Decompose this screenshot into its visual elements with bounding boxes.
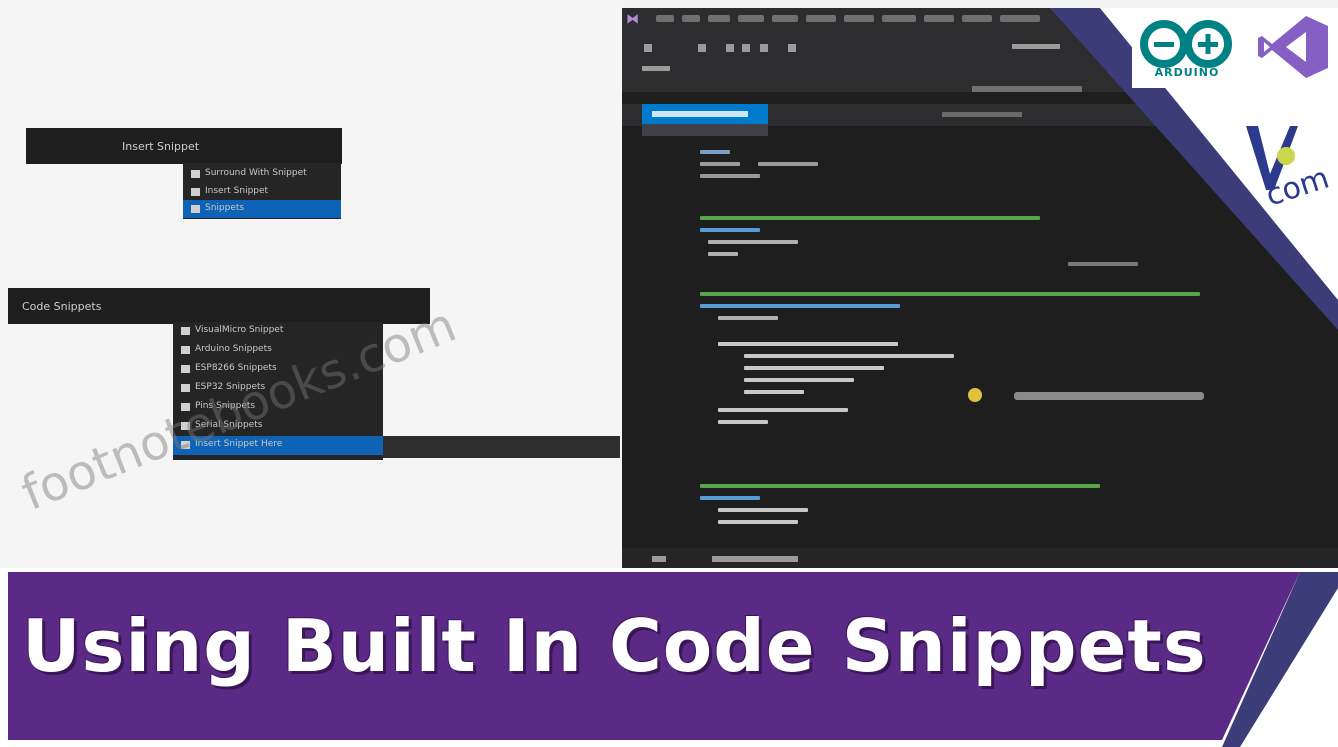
line-gutter bbox=[640, 146, 689, 542]
context-menu-1: Insert Snippet bbox=[26, 128, 342, 164]
board-dropdown[interactable] bbox=[972, 86, 1082, 92]
menu-item[interactable] bbox=[1000, 15, 1040, 22]
debug-icon[interactable] bbox=[788, 44, 796, 52]
tab-active[interactable] bbox=[642, 104, 768, 124]
folder-icon bbox=[181, 327, 190, 335]
status-bar bbox=[622, 548, 1338, 570]
lightbulb-icon[interactable] bbox=[968, 388, 982, 402]
tab-strip bbox=[622, 104, 1338, 136]
menu1-item-label: Surround With Snippet bbox=[205, 168, 307, 178]
banner-title: Using Built In Code Snippets bbox=[22, 604, 1207, 688]
save-icon[interactable] bbox=[698, 44, 706, 52]
vs-icon: ⧓ bbox=[626, 12, 639, 27]
search-box[interactable] bbox=[1012, 44, 1060, 49]
menu-item[interactable] bbox=[882, 15, 916, 22]
banner-stripe bbox=[1222, 572, 1338, 747]
ide-window: ⧓ bbox=[622, 8, 1338, 570]
menu-item[interactable] bbox=[708, 15, 730, 22]
menu1-item-surround[interactable]: Surround With Snippet bbox=[183, 165, 341, 183]
zoom-level[interactable] bbox=[652, 556, 666, 562]
menu2-header: Code Snippets bbox=[22, 300, 102, 313]
folder-icon bbox=[181, 365, 190, 373]
config-dropdown[interactable] bbox=[642, 66, 670, 71]
menu2-item-label: VisualMicro Snippet bbox=[195, 325, 284, 335]
open-icon[interactable] bbox=[726, 44, 734, 52]
menu1-header: Insert Snippet bbox=[122, 140, 200, 153]
folder-icon bbox=[181, 346, 190, 354]
menu-item[interactable] bbox=[772, 15, 798, 22]
snippet-icon bbox=[191, 170, 200, 178]
menu-item[interactable] bbox=[806, 15, 836, 22]
menu-item[interactable] bbox=[924, 15, 954, 22]
menu1-item-snippets[interactable]: Snippets bbox=[183, 200, 341, 218]
menu1-submenu: Surround With Snippet Insert Snippet Sni… bbox=[183, 163, 341, 219]
menu1-item-label: Insert Snippet bbox=[205, 186, 269, 196]
snippet-icon bbox=[191, 188, 200, 196]
visual-micro-logo: com bbox=[1240, 118, 1336, 214]
folder-icon bbox=[181, 384, 190, 392]
visual-studio-logo bbox=[1256, 14, 1330, 80]
suggestion-bar bbox=[1014, 392, 1204, 400]
menu1-item-insert[interactable]: Insert Snippet bbox=[183, 183, 341, 201]
tab-secondary[interactable] bbox=[642, 124, 768, 136]
menu-item[interactable] bbox=[962, 15, 992, 22]
undo-icon[interactable] bbox=[742, 44, 750, 52]
menu-item[interactable] bbox=[844, 15, 874, 22]
menu-item[interactable] bbox=[738, 15, 764, 22]
redo-icon[interactable] bbox=[760, 44, 768, 52]
back-icon[interactable] bbox=[644, 44, 652, 52]
context-menu-2: Code Snippets bbox=[8, 288, 430, 324]
menu1-item-label: Snippets bbox=[205, 203, 245, 213]
file-path bbox=[942, 112, 1022, 117]
arduino-wordmark: ARDUINO bbox=[1154, 66, 1220, 79]
snippet-icon bbox=[191, 205, 200, 213]
menu-item[interactable] bbox=[656, 15, 674, 22]
snippet-tooltip bbox=[383, 436, 620, 458]
menu2-item-label: Arduino Snippets bbox=[195, 344, 272, 354]
status-text bbox=[712, 556, 798, 562]
menu-item[interactable] bbox=[682, 15, 700, 22]
